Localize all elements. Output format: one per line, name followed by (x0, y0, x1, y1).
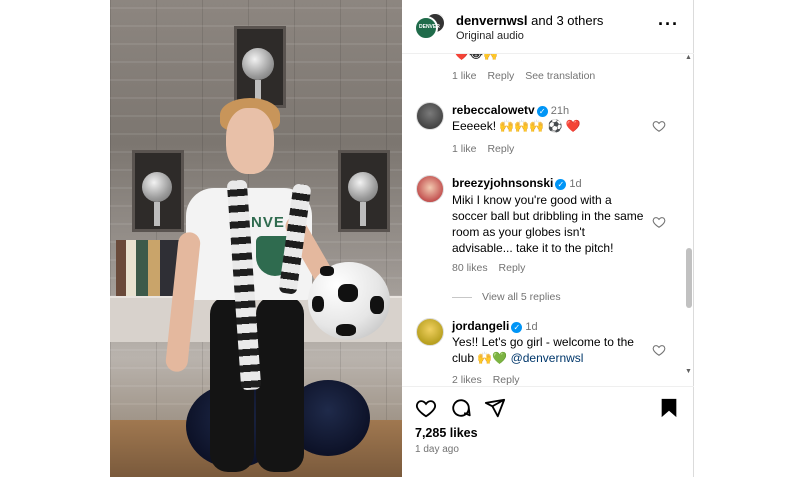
collaborators[interactable]: and 3 others (528, 13, 603, 28)
comment-meta: 1 like Reply (452, 143, 522, 155)
heart-icon[interactable] (652, 119, 666, 133)
author-avatar[interactable]: DENVER (414, 12, 448, 46)
post-time[interactable]: 1 day ago (415, 444, 459, 455)
more-icon[interactable]: ··· (658, 14, 679, 35)
reply-button[interactable]: Reply (499, 262, 526, 274)
comment-text: Yes!! Let's go girl - welcome to the clu… (452, 335, 634, 365)
author-line: denvernwsl and 3 others (456, 13, 603, 28)
comment-icon[interactable] (450, 397, 472, 419)
avatar[interactable] (416, 102, 444, 130)
comment-likes[interactable]: 80 likes (452, 262, 488, 274)
comment-username[interactable]: breezyjohnsonski ✓ 1d (452, 176, 582, 190)
scroll-down-arrow[interactable]: ▼ (685, 368, 692, 375)
post-actions: 7,285 likes 1 day ago (402, 386, 694, 477)
comment-meta: 80 likes Reply (452, 262, 533, 274)
heart-icon[interactable] (652, 343, 666, 357)
comment-text: Miki I know you're good with a soccer ba… (452, 193, 644, 255)
post-header: DENVER denvernwsl and 3 others Original … (402, 0, 694, 54)
verified-icon: ✓ (555, 179, 567, 190)
see-translation-button[interactable]: See translation (525, 70, 595, 82)
share-icon[interactable] (484, 397, 506, 419)
post-panel: DENVER denvernwsl and 3 others Original … (402, 0, 694, 477)
comment-likes[interactable]: 1 like (452, 70, 477, 82)
avatar[interactable] (416, 318, 444, 346)
globe-stand-right (360, 202, 366, 226)
heart-icon[interactable] (652, 215, 666, 229)
comment-time[interactable]: 21h (551, 105, 569, 117)
leg-right (256, 296, 304, 472)
comment-time[interactable]: 1d (569, 178, 581, 190)
bookmark-icon[interactable] (658, 397, 680, 419)
heart-icon[interactable] (415, 397, 437, 419)
comment-likes[interactable]: 1 like (452, 143, 477, 155)
head (226, 108, 274, 174)
comment-username[interactable]: jordangeli ✓ 1d (452, 319, 538, 333)
verified-icon: ✓ (536, 106, 548, 117)
partial-comment-emojis: ❤️😂🙌 (454, 54, 498, 61)
globe-stand-left (154, 202, 160, 226)
comment-likes[interactable]: 2 likes (452, 374, 482, 385)
avatar[interactable] (416, 175, 444, 203)
comment-time[interactable]: 1d (525, 321, 537, 333)
globe-right (348, 172, 378, 202)
reply-button[interactable]: Reply (493, 374, 520, 385)
scroll-up-arrow[interactable]: ▲ (685, 54, 692, 61)
view-replies-button[interactable]: View all 5 replies (452, 291, 561, 303)
mention-link[interactable]: @denvernwsl (511, 351, 584, 365)
comments-scrollbar[interactable]: ▲ ▼ (684, 54, 694, 385)
comment-text: Eeeeek! 🙌🙌🙌 ⚽ ❤️ (452, 119, 581, 133)
scroll-thumb[interactable] (686, 248, 692, 308)
globe-top (242, 48, 274, 80)
author-username[interactable]: denvernwsl (456, 13, 528, 28)
audio-label[interactable]: Original audio (456, 30, 524, 42)
reply-button[interactable]: Reply (487, 70, 514, 82)
reply-button[interactable]: Reply (487, 143, 514, 155)
soccer-ball (308, 262, 390, 340)
comment-meta: 2 likes Reply (452, 374, 528, 385)
comment-username[interactable]: rebeccalowetv ✓ 21h (452, 103, 569, 117)
verified-icon: ✓ (511, 322, 523, 333)
globe-left (142, 172, 172, 202)
likes-count[interactable]: 7,285 likes (415, 426, 478, 440)
comments-list[interactable]: ❤️😂🙌 1 like Reply See translation rebecc… (402, 54, 684, 385)
post-video[interactable]: ENVE (110, 0, 402, 477)
comment-meta: 1 like Reply See translation (452, 70, 603, 82)
